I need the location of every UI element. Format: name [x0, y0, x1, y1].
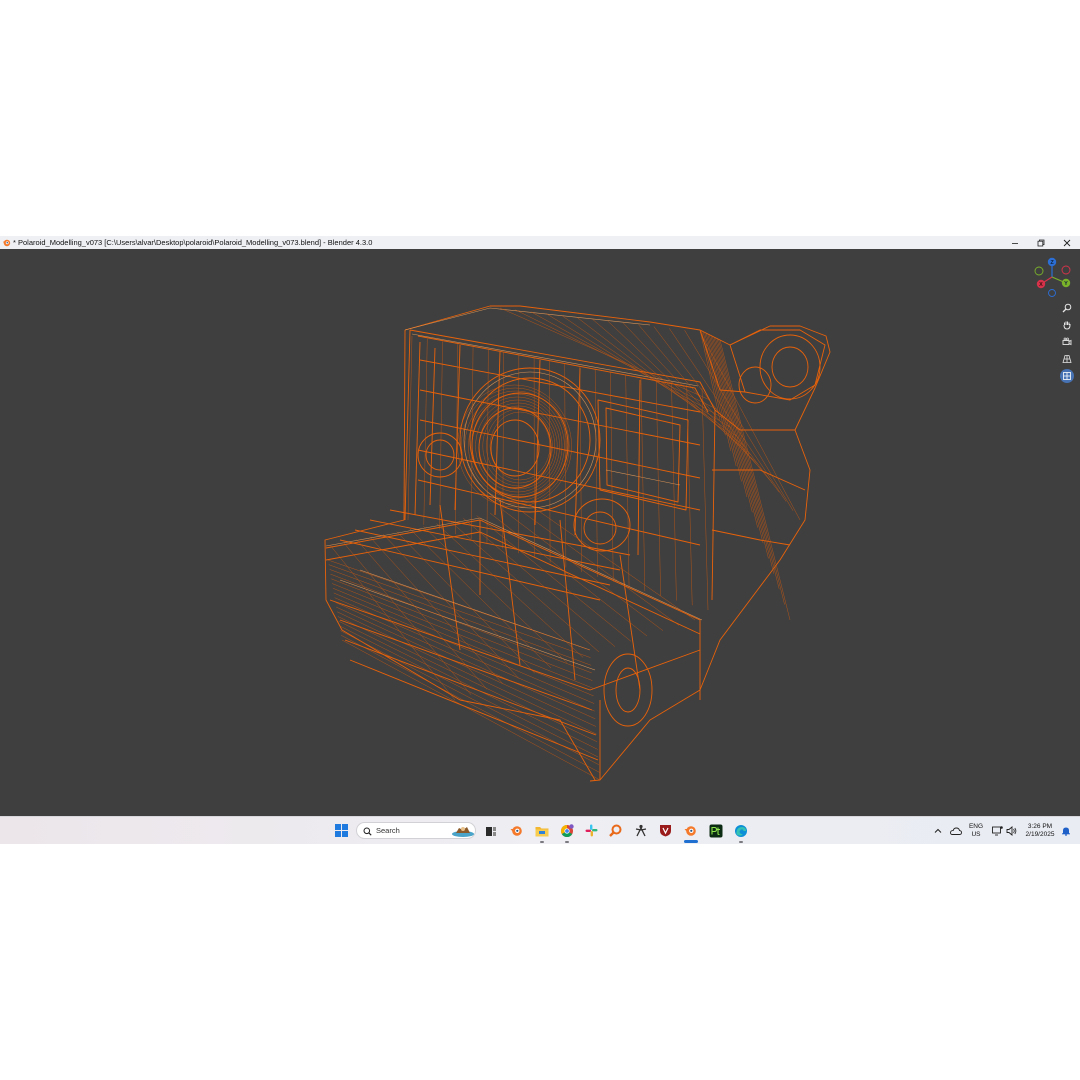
restore-icon	[1037, 239, 1045, 246]
windows-start-icon	[335, 824, 348, 837]
taskbar-edge[interactable]	[733, 823, 748, 838]
onedrive-cloud-icon	[949, 827, 962, 835]
restore-button[interactable]	[1028, 236, 1054, 249]
gizmo-y-label: Y	[1064, 281, 1068, 287]
chrome-running-indicator	[565, 841, 569, 843]
edge-icon	[734, 824, 747, 837]
onedrive-button[interactable]	[948, 823, 963, 838]
taskbar-file-explorer[interactable]	[534, 823, 549, 838]
blender-active-indicator	[684, 840, 698, 843]
taskbar-search-app[interactable]	[608, 823, 623, 838]
blender-active-icon	[684, 826, 696, 836]
slack-icon	[585, 824, 598, 837]
zoom-icon	[1062, 303, 1072, 313]
hand-pan-icon	[1063, 321, 1071, 330]
taskbar-blender-active[interactable]	[683, 823, 698, 838]
title-bar[interactable]: * Polaroid_Modelling_v073 [C:\Users\alva…	[0, 236, 1080, 250]
taskbar-slack[interactable]	[584, 823, 599, 838]
minimize-icon	[1012, 242, 1018, 244]
task-view-icon	[485, 826, 496, 836]
region-code: US	[971, 831, 981, 838]
minimize-button[interactable]	[1002, 236, 1028, 249]
chevron-up-icon	[934, 828, 941, 833]
file-explorer-icon	[535, 826, 548, 836]
polaroid-camera-wireframe	[324, 305, 831, 782]
gizmo-x-label: X	[1039, 282, 1043, 288]
camera-view-icon	[1062, 337, 1072, 346]
explorer-running-indicator	[540, 841, 544, 843]
search-highlight-icon	[452, 827, 474, 837]
tray-overflow-button[interactable]	[930, 823, 945, 838]
taskbar-search-box[interactable]: Search	[356, 822, 476, 839]
clock[interactable]: 3:26 PM 2/19/2025	[1020, 823, 1060, 839]
pan-button[interactable]	[1060, 318, 1074, 332]
network-icon	[992, 825, 1003, 835]
perspective-toggle-button[interactable]	[1060, 352, 1074, 366]
blender-icon	[510, 826, 522, 836]
clock-time: 3:26 PM	[1027, 823, 1053, 830]
perspective-grid-icon	[1062, 355, 1072, 363]
notifications-button[interactable]	[1058, 823, 1073, 838]
taskbar-zbrush[interactable]	[633, 823, 648, 838]
taskbar-blender-app[interactable]	[509, 823, 524, 838]
close-icon	[1063, 239, 1071, 246]
clock-date: 2/19/2025	[1025, 831, 1055, 838]
network-button[interactable]	[990, 823, 1005, 838]
notification-bell-icon	[1061, 827, 1070, 836]
task-view-button[interactable]	[483, 823, 498, 838]
3d-viewport[interactable]: Z Y X	[0, 249, 1080, 816]
search-app-icon	[609, 824, 622, 837]
edge-running-indicator	[739, 841, 743, 843]
taskbar-chrome[interactable]	[559, 823, 574, 838]
close-button[interactable]	[1054, 236, 1080, 249]
windows-taskbar: Search ENG US 3:26 PM 2/19/2025	[0, 816, 1080, 844]
taskbar-substance-painter[interactable]	[708, 823, 723, 838]
zbrush-icon	[635, 824, 646, 837]
substance-painter-icon	[709, 824, 722, 837]
zoom-button[interactable]	[1060, 301, 1074, 315]
search-placeholder: Search	[376, 826, 400, 835]
chrome-icon	[560, 823, 574, 837]
taskbar-davinci[interactable]	[658, 823, 673, 838]
volume-button[interactable]	[1004, 823, 1019, 838]
navigation-gizmo[interactable]: Z Y X	[1032, 257, 1072, 297]
blender-window: * Polaroid_Modelling_v073 [C:\Users\alva…	[0, 236, 1080, 816]
language-code: ENG	[968, 823, 984, 830]
start-button[interactable]	[334, 823, 349, 838]
ortho-grid-icon	[1063, 372, 1071, 380]
volume-icon	[1006, 825, 1017, 836]
ortho-grid-button[interactable]	[1060, 369, 1074, 383]
camera-view-button[interactable]	[1060, 335, 1074, 349]
blender-logo-icon	[2, 239, 11, 247]
window-title: * Polaroid_Modelling_v073 [C:\Users\alva…	[13, 238, 373, 247]
search-icon	[363, 827, 372, 836]
davinci-icon	[660, 825, 671, 837]
language-indicator[interactable]: ENG US	[965, 823, 987, 839]
